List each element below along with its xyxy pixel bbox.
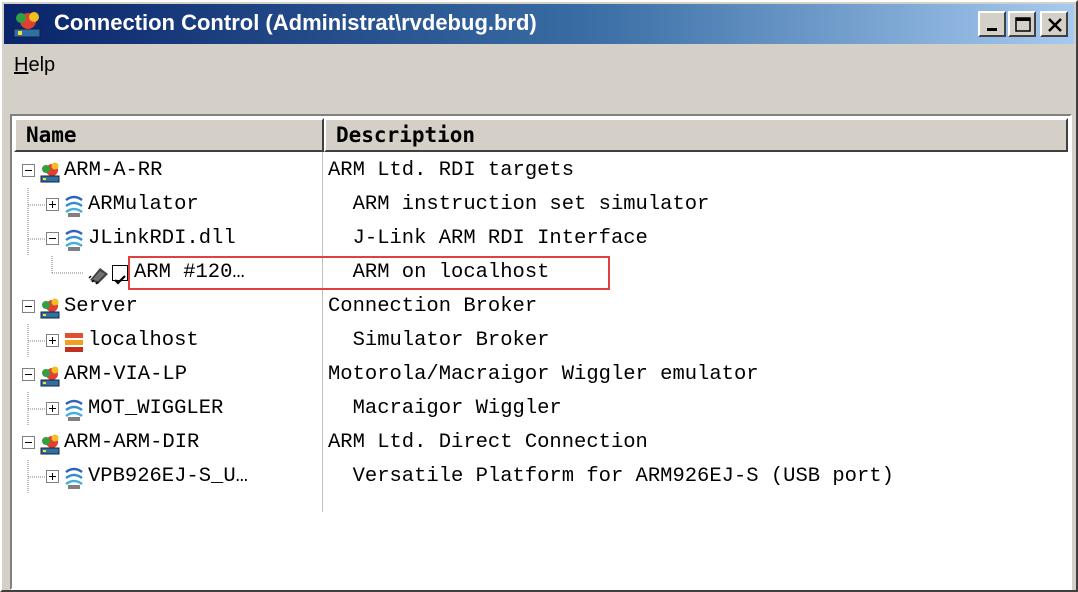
tree-row[interactable]: ARM-VIA-LP Motorola/Macraigor Wiggler emu… xyxy=(12,358,1070,392)
tree-row-name-cell: VPB926EJ-S_U… xyxy=(12,460,322,494)
menu-help-label: elp xyxy=(28,54,56,76)
tree-row-name-cell: ARM-ARM-DIR xyxy=(12,426,322,460)
minimize-icon xyxy=(987,28,997,31)
tree-row-description: ARM on localhost xyxy=(328,261,550,284)
collapse-icon[interactable] xyxy=(22,368,35,381)
tree-row-description: ARM instruction set simulator xyxy=(328,193,710,216)
tree-row-description: Motorola/Macraigor Wiggler emulator xyxy=(328,363,759,386)
broker-icon xyxy=(62,330,86,354)
driver-icon xyxy=(62,398,86,422)
tree-row-label: JLinkRDI.dll xyxy=(88,227,236,250)
tree-row[interactable]: VPB926EJ-S_U… Versatile Platform for ARM… xyxy=(12,460,1070,494)
tree-row-name-cell: ARM #120… xyxy=(12,256,322,290)
tree-row-description: ARM Ltd. Direct Connection xyxy=(328,431,648,454)
network-node-icon xyxy=(38,160,62,184)
connection-tree-list[interactable]: Name Description ARM-A-RR ARM Ltd. RDI ta… xyxy=(10,114,1072,590)
maximize-icon xyxy=(1015,17,1031,32)
tree-row[interactable]: localhost Simulator Broker xyxy=(12,324,1070,358)
chip-icon xyxy=(86,262,110,286)
tree-row-description: Connection Broker xyxy=(328,295,538,318)
tree-row-name-cell: MOT_WIGGLER xyxy=(12,392,322,426)
column-header-name[interactable]: Name xyxy=(14,118,324,152)
maximize-button[interactable] xyxy=(1008,11,1036,37)
expand-icon[interactable] xyxy=(46,334,59,347)
close-button[interactable] xyxy=(1040,11,1068,37)
close-icon xyxy=(1048,18,1062,32)
target-checkbox[interactable] xyxy=(112,265,128,285)
tree-row-description: ARM Ltd. RDI targets xyxy=(328,159,575,182)
driver-icon xyxy=(62,228,86,252)
tree-row-label: ARM #120… xyxy=(134,261,245,284)
tree-row[interactable]: MOT_WIGGLER Macraigor Wiggler xyxy=(12,392,1070,426)
tree-row-name-cell: Server xyxy=(12,290,322,324)
network-node-icon xyxy=(38,432,62,456)
tree-row-description: Simulator Broker xyxy=(328,329,550,352)
collapse-icon[interactable] xyxy=(46,232,59,245)
connection-control-window: Connection Control (Administrat\rvdebug.… xyxy=(0,0,1078,592)
expand-icon[interactable] xyxy=(46,198,59,211)
tree-row-label: ARMulator xyxy=(88,193,199,216)
menu-help-mnemonic: H xyxy=(14,54,29,76)
tree-row-label: Server xyxy=(64,295,138,318)
tree-row[interactable]: ARM-A-RR ARM Ltd. RDI targets xyxy=(12,154,1070,188)
driver-icon xyxy=(62,194,86,218)
tree-row-description: Versatile Platform for ARM926EJ-S (USB p… xyxy=(328,465,894,488)
tree-row-name-cell: JLinkRDI.dll xyxy=(12,222,322,256)
network-node-icon xyxy=(38,296,62,320)
expand-icon[interactable] xyxy=(46,470,59,483)
tree-row[interactable]: ARM-ARM-DIR ARM Ltd. Direct Connection xyxy=(12,426,1070,460)
tree-row-name-cell: ARM-A-RR xyxy=(12,154,322,188)
collapse-icon[interactable] xyxy=(22,164,35,177)
tree-row[interactable]: ARM #120… ARM on localhost xyxy=(12,256,1070,290)
tree-row-label: ARM-ARM-DIR xyxy=(64,431,200,454)
tree-row[interactable]: JLinkRDI.dll J-Link ARM RDI Interface xyxy=(12,222,1070,256)
tree-row-name-cell: localhost xyxy=(12,324,322,358)
tree-row[interactable]: ARMulator ARM instruction set simulator xyxy=(12,188,1070,222)
connection-control-app-icon xyxy=(13,12,41,38)
menu-bar: Help xyxy=(4,46,1074,86)
title-bar[interactable]: Connection Control (Administrat\rvdebug.… xyxy=(4,4,1074,44)
tree-row-label: ARM-VIA-LP xyxy=(64,363,188,386)
driver-icon xyxy=(62,466,86,490)
tree-row[interactable]: Server Connection Broker xyxy=(12,290,1070,324)
tree-row-label: VPB926EJ-S_U… xyxy=(88,465,248,488)
checkmark-icon xyxy=(114,275,126,285)
network-node-icon xyxy=(38,364,62,388)
menu-help[interactable]: Help xyxy=(14,54,55,77)
tree-rows: ARM-A-RR ARM Ltd. RDI targets ARMulator AR… xyxy=(12,154,1070,494)
tree-row-name-cell: ARMulator xyxy=(12,188,322,222)
column-header-description[interactable]: Description xyxy=(324,118,1068,152)
tree-row-description: J-Link ARM RDI Interface xyxy=(328,227,648,250)
collapse-icon[interactable] xyxy=(22,300,35,313)
collapse-icon[interactable] xyxy=(22,436,35,449)
tree-row-description: Macraigor Wiggler xyxy=(328,397,562,420)
tree-row-name-cell: ARM-VIA-LP xyxy=(12,358,322,392)
expand-icon[interactable] xyxy=(46,402,59,415)
tree-row-label: localhost xyxy=(88,329,199,352)
minimize-button[interactable] xyxy=(978,11,1006,37)
tree-row-label: ARM-A-RR xyxy=(64,159,163,182)
window-title: Connection Control (Administrat\rvdebug.… xyxy=(54,10,537,35)
tree-row-label: MOT_WIGGLER xyxy=(88,397,224,420)
